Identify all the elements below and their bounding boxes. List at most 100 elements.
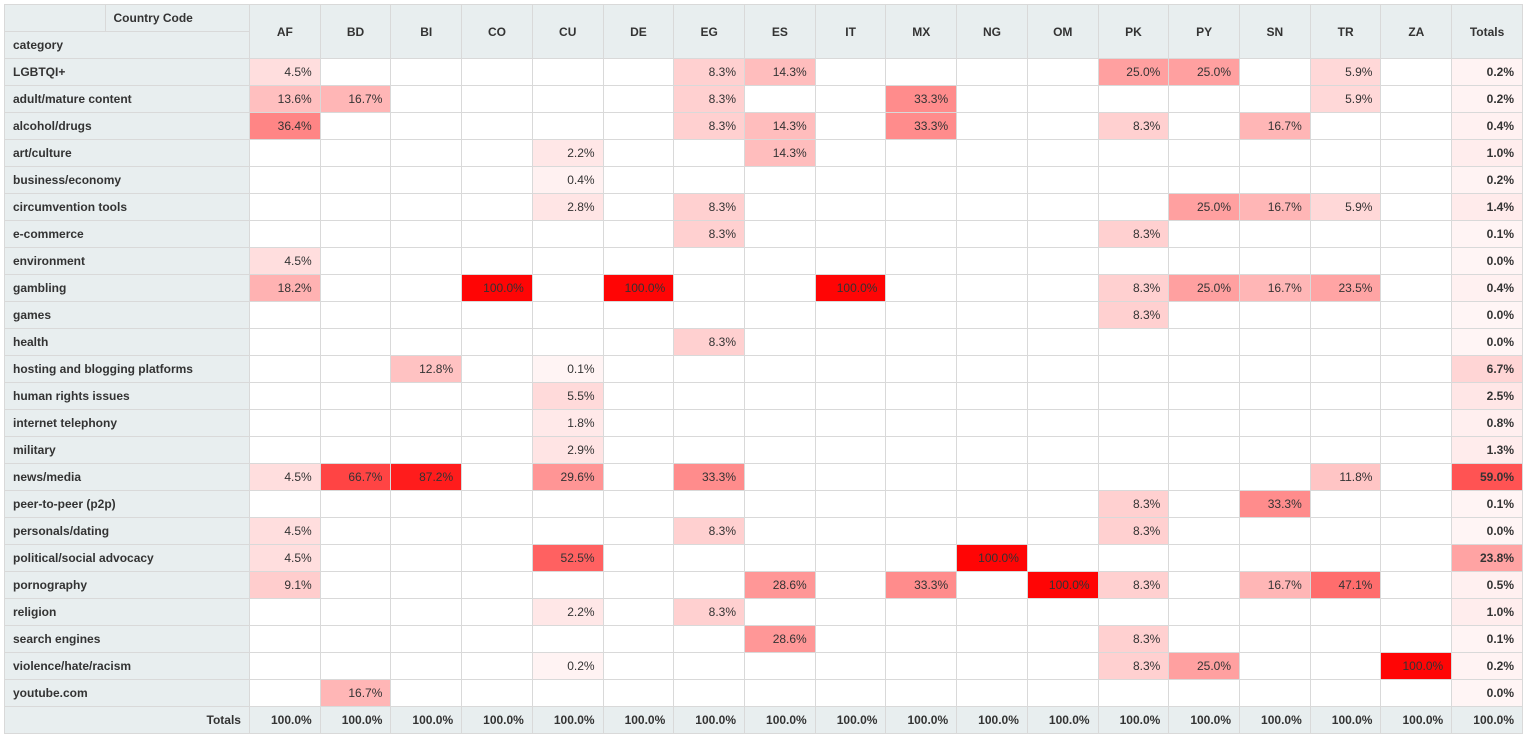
- data-cell: [815, 464, 886, 491]
- col-header-pk: PK: [1098, 5, 1169, 59]
- data-cell: [462, 140, 533, 167]
- data-cell: [957, 626, 1028, 653]
- row-label: environment: [5, 248, 250, 275]
- data-cell: [1381, 491, 1452, 518]
- data-cell: [815, 113, 886, 140]
- data-cell: [1169, 464, 1240, 491]
- data-cell: [957, 356, 1028, 383]
- data-cell: 4.5%: [249, 248, 320, 275]
- data-cell: 33.3%: [886, 572, 957, 599]
- data-cell: [745, 437, 816, 464]
- data-cell: [1240, 653, 1311, 680]
- data-cell: [815, 302, 886, 329]
- data-cell: [957, 518, 1028, 545]
- data-cell: [674, 626, 745, 653]
- data-cell: [391, 599, 462, 626]
- data-cell: [603, 167, 674, 194]
- data-cell: [674, 545, 745, 572]
- data-cell: [1240, 167, 1311, 194]
- row-label: news/media: [5, 464, 250, 491]
- data-cell: [1381, 626, 1452, 653]
- data-cell: [957, 167, 1028, 194]
- data-cell: [1169, 221, 1240, 248]
- row-label: circumvention tools: [5, 194, 250, 221]
- data-cell: [603, 59, 674, 86]
- data-cell: [957, 275, 1028, 302]
- data-cell: [745, 248, 816, 275]
- data-cell: [1310, 680, 1381, 707]
- data-cell: [815, 518, 886, 545]
- data-cell: [745, 518, 816, 545]
- data-cell: [1381, 221, 1452, 248]
- data-cell: 0.4%: [532, 167, 603, 194]
- data-cell: [1169, 599, 1240, 626]
- data-cell: [320, 221, 391, 248]
- data-cell: [462, 329, 533, 356]
- totals-row-label: Totals: [5, 707, 250, 734]
- row-total: 1.0%: [1452, 599, 1523, 626]
- data-cell: [674, 410, 745, 437]
- data-cell: [957, 59, 1028, 86]
- col-header-cu: CU: [532, 5, 603, 59]
- data-cell: [462, 410, 533, 437]
- row-label: search engines: [5, 626, 250, 653]
- row-total: 59.0%: [1452, 464, 1523, 491]
- data-cell: 14.3%: [745, 59, 816, 86]
- data-cell: [957, 302, 1028, 329]
- data-cell: [1381, 437, 1452, 464]
- data-cell: 16.7%: [320, 680, 391, 707]
- data-cell: [957, 329, 1028, 356]
- data-cell: [391, 140, 462, 167]
- data-cell: [249, 491, 320, 518]
- data-cell: [603, 572, 674, 599]
- data-cell: [603, 545, 674, 572]
- data-cell: [320, 626, 391, 653]
- data-cell: [462, 167, 533, 194]
- col-header-sn: SN: [1240, 5, 1311, 59]
- data-cell: [391, 572, 462, 599]
- data-cell: [249, 383, 320, 410]
- data-cell: 8.3%: [674, 86, 745, 113]
- data-cell: 8.3%: [1098, 221, 1169, 248]
- data-cell: 12.8%: [391, 356, 462, 383]
- data-cell: [391, 491, 462, 518]
- data-cell: [745, 221, 816, 248]
- data-cell: [391, 86, 462, 113]
- data-cell: [1310, 410, 1381, 437]
- data-cell: 0.2%: [532, 653, 603, 680]
- data-cell: [320, 437, 391, 464]
- data-cell: [957, 194, 1028, 221]
- col-total: 100.0%: [391, 707, 462, 734]
- col-header-om: OM: [1027, 5, 1098, 59]
- col-total: 100.0%: [532, 707, 603, 734]
- row-label: internet telephony: [5, 410, 250, 437]
- data-cell: [957, 248, 1028, 275]
- data-cell: [603, 653, 674, 680]
- data-cell: [603, 248, 674, 275]
- data-cell: [1310, 356, 1381, 383]
- data-cell: [1381, 302, 1452, 329]
- col-total: 100.0%: [957, 707, 1028, 734]
- data-cell: 8.3%: [1098, 518, 1169, 545]
- row-label: games: [5, 302, 250, 329]
- row-label: e-commerce: [5, 221, 250, 248]
- data-cell: [1310, 545, 1381, 572]
- data-cell: [1310, 140, 1381, 167]
- data-cell: [462, 302, 533, 329]
- data-cell: [532, 86, 603, 113]
- data-cell: 13.6%: [249, 86, 320, 113]
- data-cell: 100.0%: [603, 275, 674, 302]
- data-cell: [1027, 275, 1098, 302]
- data-cell: [603, 221, 674, 248]
- data-cell: 87.2%: [391, 464, 462, 491]
- data-cell: [957, 437, 1028, 464]
- data-cell: [957, 221, 1028, 248]
- data-cell: [1240, 545, 1311, 572]
- data-cell: [1310, 302, 1381, 329]
- header-corner: Country Code: [5, 5, 250, 32]
- data-cell: [1381, 167, 1452, 194]
- data-cell: [1027, 167, 1098, 194]
- row-total: 0.0%: [1452, 680, 1523, 707]
- data-cell: [462, 59, 533, 86]
- data-cell: [391, 545, 462, 572]
